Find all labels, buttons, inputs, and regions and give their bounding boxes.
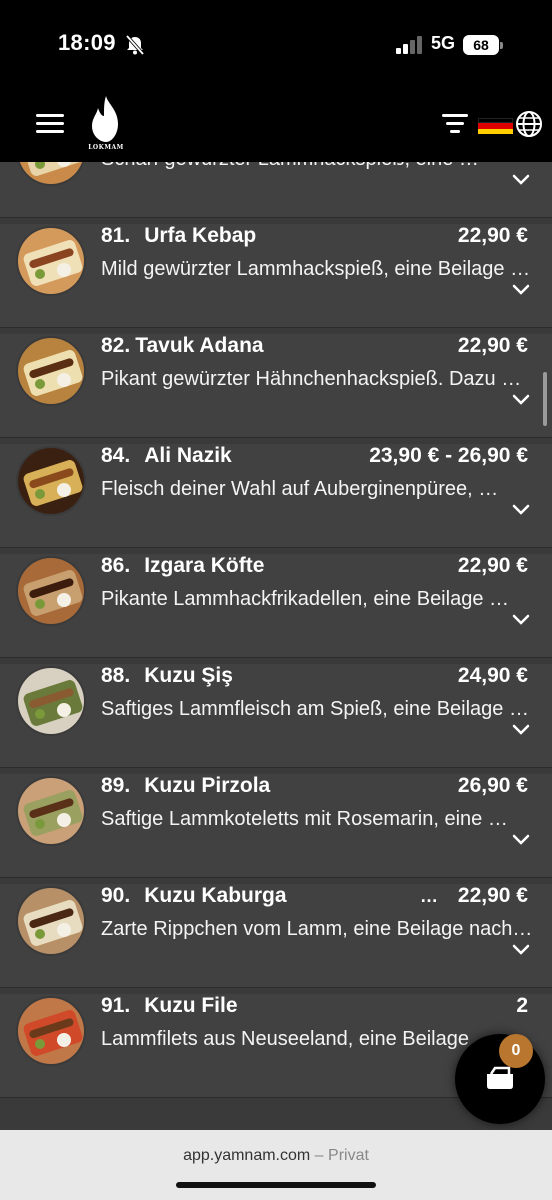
- dish-image[interactable]: [16, 162, 86, 186]
- dish-title: Kuzu File: [144, 994, 238, 1017]
- dish-price: 22,90 €: [457, 884, 528, 907]
- chevron-down-icon[interactable]: [512, 394, 530, 406]
- dish-name: 88. Kuzu Şiş: [101, 664, 233, 688]
- dish-description: Zarte Rippchen vom Lamm, eine Beilage na…: [101, 918, 533, 940]
- menu-item[interactable]: 89. Kuzu Pirzola 26,90 € Saftige Lammkotele…: [0, 774, 552, 878]
- dish-description: Scharf gewürzter Lammhackspieß, eine …: [101, 162, 533, 171]
- price-prefix-ellipsis: …: [420, 886, 438, 906]
- dish-title: Tavuk Adana: [135, 334, 264, 357]
- menu-item[interactable]: 90. Kuzu Kaburga … 22,90 € Zarte Rippchen vo…: [0, 884, 552, 988]
- chevron-down-icon[interactable]: [512, 284, 530, 296]
- dish-description: Pikante Lammhackfrikadellen, eine Beilag…: [101, 588, 509, 610]
- chevron-down-icon[interactable]: [512, 504, 530, 516]
- flame-icon: [92, 96, 118, 142]
- lokmam-logo[interactable]: LOKMAM: [84, 94, 128, 156]
- cart-count-badge[interactable]: 0: [499, 1034, 533, 1068]
- menu-list[interactable]: 80.Adana Kebap22,90 €Scharf gewürzter La…: [0, 162, 552, 1130]
- dish-image[interactable]: [16, 226, 86, 296]
- dish-number: 90.: [101, 884, 131, 907]
- signal-icon: [396, 36, 422, 54]
- menu-item[interactable]: 86. Izgara Köfte 22,90 € Pikante Lammhackfr…: [0, 554, 552, 658]
- dish-image[interactable]: [16, 446, 86, 516]
- dish-number: 86.: [101, 554, 131, 577]
- dish-description: Pikant gewürzter Hähnchenhackspieß. Dazu…: [101, 368, 522, 390]
- dish-name: 84. Ali Nazik: [101, 444, 232, 468]
- dish-description: Mild gewürzter Lammhackspieß, eine Beila…: [101, 258, 531, 280]
- globe-icon[interactable]: [515, 110, 543, 138]
- dish-description: Saftige Lammkoteletts mit Rosemarin, ein…: [101, 808, 508, 830]
- dish-number: 91.: [101, 994, 131, 1017]
- bell-off-icon: [125, 34, 145, 56]
- app-header: LOKMAM: [0, 88, 552, 162]
- menu-item[interactable]: 84. Ali Nazik 23,90 € - 26,90 € Fleisch dei…: [0, 444, 552, 548]
- dish-name: 91. Kuzu File: [101, 994, 238, 1018]
- dish-number: 81.: [101, 224, 131, 247]
- hamburger-menu-icon[interactable]: [36, 114, 64, 136]
- dish-name: 82. Tavuk Adana: [101, 334, 264, 358]
- dish-price: 22,90 €: [457, 554, 528, 577]
- dish-description: Fleisch deiner Wahl auf Auberginenpüree,…: [101, 478, 499, 500]
- dish-name: 90. Kuzu Kaburga: [101, 884, 287, 908]
- dish-number: 88.: [101, 664, 131, 687]
- filter-icon[interactable]: [441, 114, 469, 134]
- url-display[interactable]: app.yamnam.com – Privat: [0, 1147, 552, 1165]
- dish-image[interactable]: [16, 996, 86, 1066]
- menu-item[interactable]: 88. Kuzu Şiş 24,90 € Saftiges Lammfleisch a…: [0, 664, 552, 768]
- dish-title: Ali Nazik: [144, 444, 232, 467]
- dish-price: 24,90 €: [457, 664, 528, 687]
- private-mode-label: Privat: [328, 1147, 369, 1164]
- dish-price: 22,90 €: [457, 334, 528, 357]
- dish-image[interactable]: [16, 336, 86, 406]
- url-separator: –: [310, 1147, 329, 1164]
- dish-title: Kuzu Şiş: [144, 664, 233, 687]
- dish-name: 89. Kuzu Pirzola: [101, 774, 270, 798]
- dish-price: 26,90 €: [457, 774, 528, 797]
- chevron-down-icon[interactable]: [512, 174, 530, 186]
- dish-number: 84.: [101, 444, 131, 467]
- status-bar: 18:09 5G 68: [0, 0, 552, 88]
- dish-title: Izgara Köfte: [144, 554, 265, 577]
- flag-stripe-gold: [478, 128, 513, 134]
- battery-icon: 68: [463, 35, 503, 55]
- dish-price: 22,90 €: [457, 224, 528, 247]
- scroll-indicator[interactable]: [543, 372, 547, 426]
- chevron-down-icon[interactable]: [512, 944, 530, 956]
- battery-level: 68: [463, 35, 499, 55]
- menu-item[interactable]: 82. Tavuk Adana 22,90 € Pikant gewürzter Hä…: [0, 334, 552, 438]
- url-text: app.yamnam.com: [183, 1147, 311, 1164]
- home-indicator[interactable]: [176, 1182, 376, 1188]
- chevron-down-icon[interactable]: [512, 724, 530, 736]
- dish-image[interactable]: [16, 556, 86, 626]
- dish-number: 82.: [101, 334, 131, 357]
- status-time: 18:09: [58, 30, 116, 55]
- dish-title: Kuzu Pirzola: [144, 774, 271, 797]
- dish-description: Saftiges Lammfleisch am Spieß, eine Beil…: [101, 698, 529, 720]
- bag-icon: [487, 1066, 513, 1089]
- logo-text: LOKMAM: [88, 144, 124, 151]
- chevron-down-icon[interactable]: [512, 834, 530, 846]
- menu-item[interactable]: 80.Adana Kebap22,90 €Scharf gewürzter La…: [0, 162, 552, 218]
- dish-price: 2: [516, 994, 528, 1017]
- german-flag-icon[interactable]: [478, 118, 513, 134]
- network-type: 5G: [431, 33, 456, 53]
- dish-name: 86. Izgara Köfte: [101, 554, 264, 578]
- dish-number: 89.: [101, 774, 131, 797]
- dish-name: 81. Urfa Kebap: [101, 224, 256, 248]
- dish-image[interactable]: [16, 666, 86, 736]
- menu-item[interactable]: 81. Urfa Kebap 22,90 € Mild gewürzter Lammh…: [0, 224, 552, 328]
- chevron-down-icon[interactable]: [512, 614, 530, 626]
- dish-title: Kuzu Kaburga: [144, 884, 287, 907]
- dish-price: 23,90 € - 26,90 €: [369, 444, 528, 467]
- dish-image[interactable]: [16, 776, 86, 846]
- browser-address-bar[interactable]: app.yamnam.com – Privat: [0, 1130, 552, 1200]
- dish-image[interactable]: [16, 886, 86, 956]
- dish-title: Urfa Kebap: [144, 224, 257, 247]
